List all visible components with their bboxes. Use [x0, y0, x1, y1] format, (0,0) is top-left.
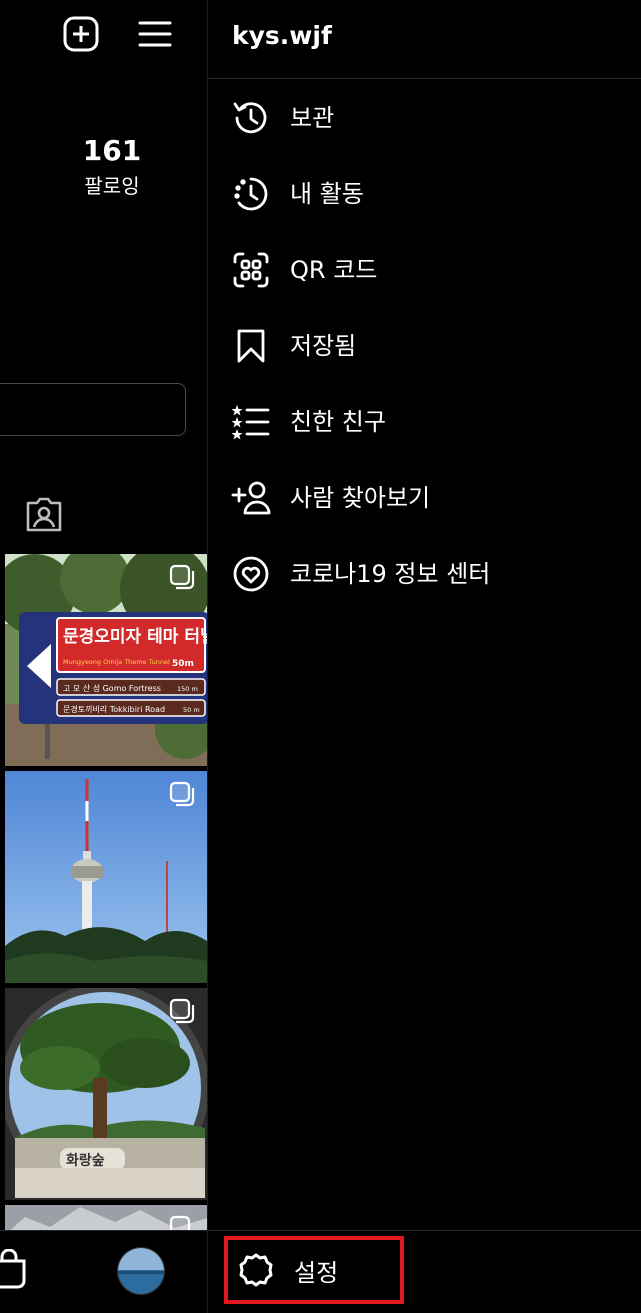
- edit-profile-button[interactable]: [0, 383, 186, 436]
- menu-item-label: 친한 친구: [290, 408, 386, 436]
- menu-item-label: 저장됨: [290, 332, 357, 360]
- archive-icon: [231, 98, 271, 138]
- multi-photo-icon: [169, 781, 195, 807]
- drawer-username: kys.wjf: [232, 21, 332, 50]
- drawer-header-divider: [208, 78, 641, 79]
- new-post-plus-icon[interactable]: [61, 14, 101, 54]
- tagged-photos-icon[interactable]: [24, 494, 64, 534]
- activity-icon: [231, 174, 271, 214]
- bookmark-icon: [231, 326, 271, 366]
- gear-icon: [238, 1252, 274, 1288]
- shop-bag-icon[interactable]: [0, 1248, 30, 1289]
- sign-title: 문경오미자 테마 터널: [63, 627, 207, 647]
- sign-distance-2: 150 m: [177, 685, 198, 693]
- covid-info-icon: [231, 554, 271, 594]
- drawer-footer-divider: [208, 1230, 641, 1231]
- hamburger-menu-icon[interactable]: [135, 14, 175, 54]
- menu-item-close-friends[interactable]: 친한 친구: [208, 384, 641, 460]
- menu-item-label: 보관: [290, 104, 335, 132]
- post-thumbnail-tunnel-sign[interactable]: 문경오미자 테마 터널 Mungyeong Omija Theme Tunnel…: [5, 554, 207, 766]
- menu-item-label: 코로나19 정보 센터: [290, 560, 491, 588]
- following-stat[interactable]: 161 팔로잉: [40, 134, 184, 200]
- menu-item-settings[interactable]: 설정: [224, 1236, 404, 1304]
- menu-item-label: QR 코드: [290, 256, 378, 284]
- multi-photo-icon: [169, 564, 195, 590]
- following-label: 팔로잉: [84, 174, 140, 198]
- menu-item-discover-people[interactable]: 사람 찾아보기: [208, 460, 641, 536]
- sign-subtitle: Mungyeong Omija Theme Tunnel: [63, 658, 170, 666]
- post-thumbnail-tower[interactable]: [5, 771, 207, 983]
- settings-label: 설정: [294, 1258, 339, 1287]
- menu-item-archive[interactable]: 보관: [208, 80, 641, 156]
- bottom-nav-bar: [0, 1230, 207, 1313]
- sign-distance-3: 50 m: [183, 706, 200, 714]
- menu-item-your-activity[interactable]: 내 활동: [208, 156, 641, 232]
- stone-inscription: 화랑숲: [66, 1153, 105, 1169]
- post-thumbnail-pine-tree[interactable]: 화랑숲: [5, 988, 207, 1200]
- menu-item-label: 사람 찾아보기: [290, 484, 431, 512]
- menu-item-label: 내 활동: [290, 180, 364, 208]
- profile-page-background: 161 팔로잉 문경오미자 테마 터널 Mungyeong Omija Them…: [0, 0, 207, 1313]
- qr-code-icon: [231, 250, 271, 290]
- menu-item-covid-info-center[interactable]: 코로나19 정보 센터: [208, 536, 641, 612]
- sign-row-3: 문경토끼비리 Tokkibiri Road: [63, 704, 165, 714]
- menu-item-saved[interactable]: 저장됨: [208, 308, 641, 384]
- menu-item-qr-code[interactable]: QR 코드: [208, 232, 641, 308]
- discover-people-icon: [231, 478, 271, 518]
- sign-distance-1: 50m: [172, 659, 194, 669]
- profile-avatar[interactable]: [117, 1247, 165, 1295]
- sign-row-2: 고 모 산 성 Gomo Fortress: [63, 683, 161, 693]
- multi-photo-icon: [169, 998, 195, 1024]
- side-drawer-menu: kys.wjf 보관 내 활동 QR 코드 저장됨 친한 친구 사람 찾아보기 …: [207, 0, 641, 1313]
- close-friends-icon: [231, 402, 271, 442]
- following-count: 161: [82, 134, 142, 167]
